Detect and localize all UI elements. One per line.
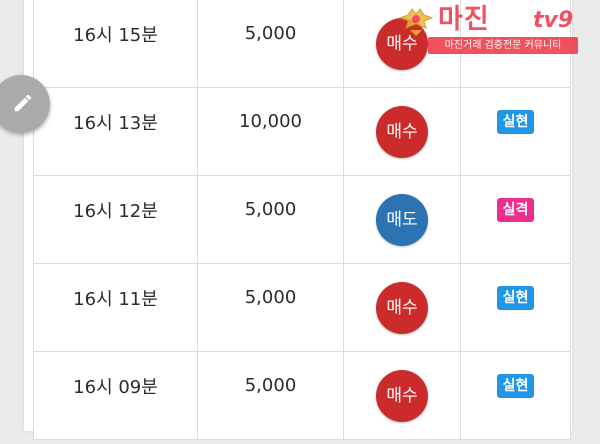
trade-time: 16시 09분 [33,351,198,440]
trade-result-cell: 실현 [460,87,571,176]
table-row: 16시 12분 5,000 매도 실격 [33,175,571,264]
buy-badge[interactable]: 매수 [376,105,428,158]
site-watermark: 마진 tv9 마진거래 검증전문 커뮤니티 [398,4,590,56]
trade-time: 16시 11분 [33,263,198,352]
buy-badge[interactable]: 매수 [376,369,428,422]
table-row: 16시 13분 10,000 매수 실현 [33,87,571,176]
trade-rows: 16시 15분 5,000 매수 16시 13분 10,000 매수 실현 16… [33,0,571,440]
trade-side-cell: 매수 [343,87,461,176]
trade-result-cell: 실현 [460,263,571,352]
sell-badge[interactable]: 매도 [376,193,428,246]
trade-quantity: 5,000 [197,351,344,440]
trade-side-cell: 매수 [343,351,461,440]
trade-time: 16시 13분 [33,87,198,176]
watermark-suffix: tv9 [533,8,574,33]
result-badge: 실현 [496,110,535,134]
trade-side-cell: 매수 [343,263,461,352]
pencil-icon [14,94,32,112]
trade-quantity: 5,000 [197,175,344,264]
trade-side-cell: 매도 [343,175,461,264]
table-row: 16시 11분 5,000 매수 실현 [33,263,571,352]
trade-result-cell: 실현 [460,351,571,440]
eagle-emblem-icon [398,8,434,36]
table-row: 16시 09분 5,000 매수 실현 [33,351,571,440]
watermark-title: 마진 [438,4,490,35]
buy-badge[interactable]: 매수 [376,281,428,334]
trade-time: 16시 15분 [33,0,198,88]
result-badge: 실격 [496,198,535,222]
trade-history-table: 16시 15분 5,000 매수 16시 13분 10,000 매수 실현 16… [33,0,571,440]
trade-time: 16시 12분 [33,175,198,264]
result-badge: 실현 [496,374,535,398]
trade-quantity: 5,000 [197,263,344,352]
trade-result-cell: 실격 [460,175,571,264]
trade-quantity: 5,000 [197,0,344,88]
result-badge: 실현 [496,286,535,310]
trade-quantity: 10,000 [197,87,344,176]
watermark-tagline: 마진거래 검증전문 커뮤니티 [428,37,578,54]
